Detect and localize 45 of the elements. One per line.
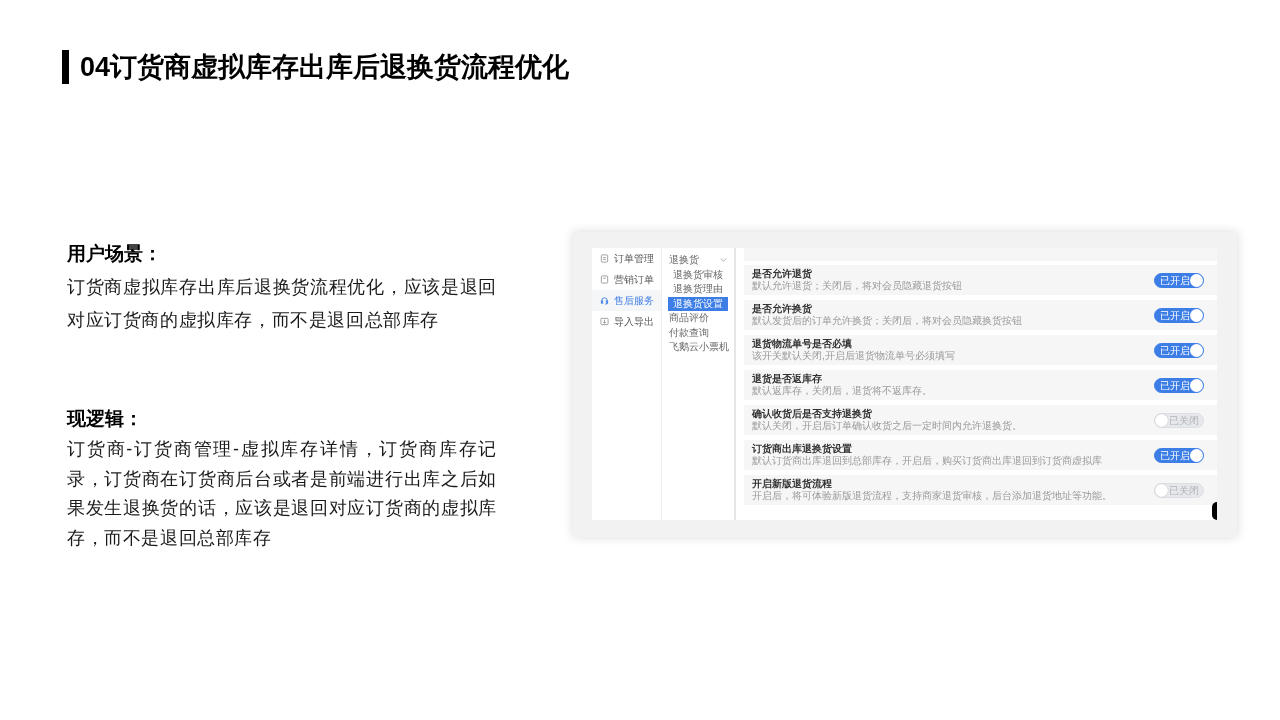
setting-title: 开启新版退货流程 bbox=[752, 478, 833, 490]
setting-description: 默认发货后的订单允许换货；关闭后，将对会员隐藏换货按钮 bbox=[752, 315, 1022, 327]
section-heading: 现逻辑： bbox=[67, 407, 144, 431]
section-body: 订货商-订货商管理-虚拟库存详情，订货商库存记录，订货商在订货商后台或者是前端进行出库之后如果发生退换货的话，应该是退回对应订货商的虚拟库存，而不是退回总部库存 bbox=[67, 438, 497, 550]
toggle-knob-icon bbox=[1190, 343, 1203, 357]
section-heading: 用户场景： bbox=[67, 242, 163, 266]
toggle-knob-icon bbox=[1155, 483, 1168, 497]
slide-title: 04订货商虚拟库存出库后退换货流程优化 bbox=[80, 51, 570, 84]
toggle-switch[interactable]: 已开启 bbox=[1154, 307, 1204, 323]
sidebar-item[interactable]: 售后服务 bbox=[592, 290, 661, 311]
submenu-subitem[interactable]: 退换货理由 bbox=[662, 282, 734, 297]
submenu-group[interactable]: 退换货 bbox=[662, 253, 734, 268]
setting-title: 是否允许退货 bbox=[752, 268, 813, 280]
setting-title: 订货商出库退换货设置 bbox=[752, 443, 853, 455]
toggle-knob-icon bbox=[1190, 308, 1203, 322]
document-icon bbox=[600, 254, 609, 263]
submenu-item[interactable]: 付款查询 bbox=[662, 325, 734, 340]
setting-description: 默认返库存，关闭后，退货将不返库存。 bbox=[752, 385, 932, 397]
toggle-knob-icon bbox=[1190, 448, 1203, 462]
toggle-switch[interactable]: 已开启 bbox=[1154, 272, 1204, 288]
section-body: 订货商虚拟库存出库后退换货流程优化，应该是退回对应订货商的虚拟库存，而不是退回总部库存 bbox=[67, 276, 497, 332]
import-export-icon bbox=[600, 317, 609, 326]
submenu-subitem[interactable]: 退换货设置 bbox=[668, 296, 728, 311]
title-bar-mark bbox=[62, 50, 69, 84]
submenu-item[interactable]: 飞鹅云小票机 bbox=[662, 340, 734, 355]
toggle-knob-icon bbox=[1190, 273, 1203, 287]
cut-off-mark-icon bbox=[1212, 502, 1217, 520]
setting-description: 默认订货商出库退回到总部库存，开启后，购买订货商出库退回到订货商虚拟库 bbox=[752, 455, 1102, 467]
toggle-switch[interactable]: 已开启 bbox=[1154, 342, 1204, 358]
setting-title: 退货物流单号是否必填 bbox=[752, 338, 853, 350]
setting-description: 默认允许退货；关闭后，将对会员隐藏退货按钮 bbox=[752, 280, 962, 292]
setting-title: 确认收货后是否支持退换货 bbox=[752, 408, 873, 420]
toggle-knob-icon bbox=[1155, 413, 1168, 427]
document-icon bbox=[600, 275, 609, 284]
headset-icon bbox=[600, 296, 609, 305]
setting-title: 是否允许换货 bbox=[752, 303, 813, 315]
submenu-item[interactable]: 商品评价 bbox=[662, 311, 734, 326]
setting-title: 退货是否返库存 bbox=[752, 373, 823, 385]
toggle-knob-icon bbox=[1190, 378, 1203, 392]
toggle-switch[interactable]: 已开启 bbox=[1154, 447, 1204, 463]
setting-description: 开启后，将可体验新版退货流程，支持商家退货审核，后台添加退货地址等功能。 bbox=[752, 490, 1112, 502]
submenu-subitem[interactable]: 退换货审核 bbox=[662, 267, 734, 282]
toggle-switch[interactable]: 已开启 bbox=[1154, 377, 1204, 393]
chevron-icon bbox=[720, 258, 727, 263]
setting-description: 该开关默认关闭,开启后退货物流单号必须填写 bbox=[752, 350, 955, 362]
